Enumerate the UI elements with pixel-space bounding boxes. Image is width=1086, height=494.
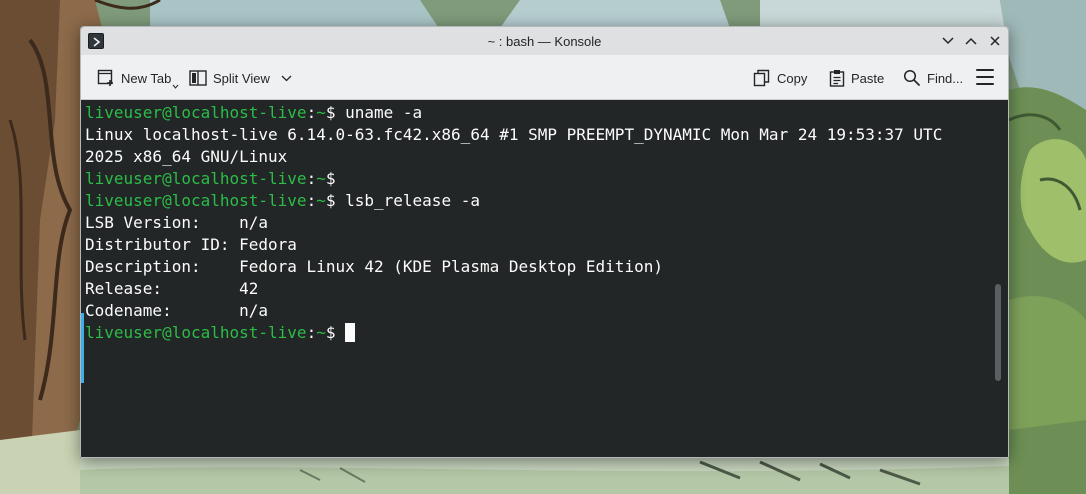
close-button[interactable] xyxy=(987,33,1003,49)
maximize-button[interactable] xyxy=(963,33,979,49)
split-view-label: Split View xyxy=(213,70,270,86)
toolbar: New Tab Split View Copy Paste Find... xyxy=(81,55,1008,100)
new-tab-icon xyxy=(97,69,113,86)
chevron-down-icon xyxy=(172,84,179,89)
output-line: Linux localhost-live 6.14.0-63.fc42.x86_… xyxy=(85,124,1008,146)
prompt-symbol: $ xyxy=(325,323,346,342)
chevron-down-icon xyxy=(281,75,292,81)
prompt-path: ~ xyxy=(316,191,326,210)
minimize-button[interactable] xyxy=(940,33,956,49)
active-prompt-line: liveuser@localhost-live:~$ xyxy=(85,322,1008,344)
new-tab-label: New Tab xyxy=(121,70,172,86)
output-text: LSB Version: n/a xyxy=(85,213,269,232)
chevron-up-icon xyxy=(965,37,977,45)
paste-button[interactable]: Paste xyxy=(829,63,884,93)
copy-button[interactable]: Copy xyxy=(753,63,807,93)
prompt-path: ~ xyxy=(316,103,326,122)
prompt-separator: : xyxy=(306,323,317,342)
copy-label: Copy xyxy=(777,70,808,86)
prompt-line: liveuser@localhost-live:~$ xyxy=(85,168,1008,190)
output-text: Description: Fedora Linux 42 (KDE Plasma… xyxy=(85,257,663,276)
command-text: lsb_release -a xyxy=(345,191,480,210)
output-line: LSB Version: n/a xyxy=(85,212,1008,234)
chevron-down-icon xyxy=(942,37,954,45)
terminal-view[interactable]: liveuser@localhost-live:~$ uname -a Linux… xyxy=(81,101,1008,457)
prompt-line: liveuser@localhost-live:~$ uname -a xyxy=(85,102,1008,124)
find-label: Find... xyxy=(927,70,964,86)
prompt-path: ~ xyxy=(316,169,326,188)
output-line: Distributor ID: Fedora xyxy=(85,234,1008,256)
menu-icon-bar xyxy=(976,83,994,85)
find-button[interactable]: Find... xyxy=(903,63,963,93)
search-icon xyxy=(903,69,921,87)
prompt-path: ~ xyxy=(316,323,326,342)
new-tab-button[interactable]: New Tab xyxy=(97,63,179,93)
menu-icon-bar xyxy=(976,76,994,78)
output-line: Description: Fedora Linux 42 (KDE Plasma… xyxy=(85,256,1008,278)
prompt-separator: : xyxy=(306,169,317,188)
prompt-line: liveuser@localhost-live:~$ lsb_release -… xyxy=(85,190,1008,212)
terminal-scrollbar[interactable] xyxy=(995,284,1001,381)
prompt-user: liveuser@localhost-live xyxy=(85,323,307,342)
text-cursor xyxy=(345,323,356,342)
paste-label: Paste xyxy=(851,70,885,86)
output-text: Release: 42 xyxy=(85,279,259,298)
konsole-window: ~ : bash — Konsole New Tab Split View Co… xyxy=(80,26,1009,458)
output-line: 2025 x86_64 GNU/Linux xyxy=(85,146,1008,168)
window-title: ~ : bash — Konsole xyxy=(487,34,602,49)
split-view-button[interactable]: Split View xyxy=(189,63,292,93)
output-text: 2025 x86_64 GNU/Linux xyxy=(85,147,288,166)
output-text: Distributor ID: Fedora xyxy=(85,235,297,254)
prompt-user: liveuser@localhost-live xyxy=(85,169,307,188)
menu-icon-bar xyxy=(976,69,994,71)
output-line: Codename: n/a xyxy=(85,300,1008,322)
hamburger-menu-button[interactable] xyxy=(976,69,994,85)
split-view-icon xyxy=(189,70,207,86)
title-bar[interactable]: ~ : bash — Konsole xyxy=(81,27,1008,55)
focus-accent-bar xyxy=(81,313,84,383)
prompt-user: liveuser@localhost-live xyxy=(85,191,307,210)
output-text: Linux localhost-live 6.14.0-63.fc42.x86_… xyxy=(85,125,943,144)
close-icon xyxy=(990,36,1000,46)
paste-icon xyxy=(829,70,845,87)
command-text: uname -a xyxy=(345,103,423,122)
copy-icon xyxy=(753,69,770,87)
prompt-symbol: $ xyxy=(325,191,346,210)
prompt-separator: : xyxy=(306,103,317,122)
prompt-user: liveuser@localhost-live xyxy=(85,103,307,122)
output-text: Codename: n/a xyxy=(85,301,269,320)
prompt-symbol: $ xyxy=(325,103,346,122)
prompt-separator: : xyxy=(306,191,317,210)
output-line: Release: 42 xyxy=(85,278,1008,300)
prompt-symbol: $ xyxy=(325,169,346,188)
